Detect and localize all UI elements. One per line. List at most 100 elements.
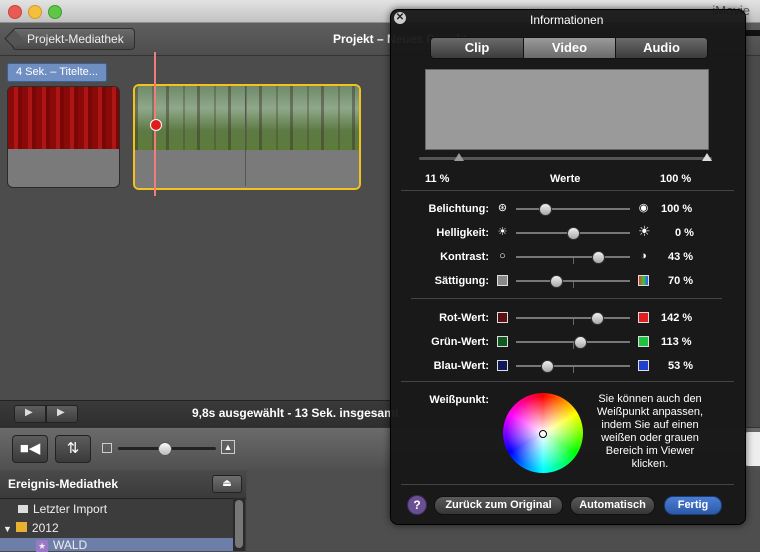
sun-large-icon: ☀ bbox=[638, 223, 651, 239]
exposure-slider-knob[interactable] bbox=[538, 203, 552, 216]
aperture-open-icon: ◉ bbox=[638, 202, 649, 214]
divider bbox=[401, 381, 734, 382]
saturation-slider-knob[interactable] bbox=[549, 275, 563, 288]
auto-button[interactable]: Automatisch bbox=[570, 496, 655, 515]
levels-low-handle[interactable] bbox=[454, 153, 465, 161]
disclosure-triangle-icon[interactable]: ▼ bbox=[3, 524, 12, 534]
red-value: 142 % bbox=[661, 312, 693, 324]
whitepoint-label: Weißpunkt: bbox=[429, 394, 489, 406]
tab-audio[interactable]: Audio bbox=[616, 38, 707, 58]
red-high-swatch-icon bbox=[638, 312, 649, 323]
list-item-wald[interactable]: ★ WALD bbox=[0, 538, 233, 552]
levels-center-label: Werte bbox=[550, 173, 581, 185]
exposure-label: Belichtung: bbox=[428, 203, 490, 215]
close-window-button[interactable] bbox=[8, 5, 22, 19]
list-item-label: WALD bbox=[53, 538, 88, 552]
eject-button[interactable]: ⏏ bbox=[212, 475, 242, 493]
video-clip-selected[interactable] bbox=[133, 84, 361, 190]
blue-value: 53 % bbox=[668, 360, 694, 372]
blue-label: Blau-Wert: bbox=[433, 360, 489, 372]
green-label: Grün-Wert: bbox=[431, 336, 489, 348]
exposure-slider[interactable] bbox=[516, 208, 630, 210]
green-high-swatch-icon bbox=[638, 336, 649, 347]
green-slider-knob[interactable] bbox=[573, 336, 587, 349]
selection-status: 9,8s ausgewählt - 13 Sek. insgesamt bbox=[192, 406, 399, 420]
sun-small-icon: ☀ bbox=[497, 226, 508, 238]
list-item-year[interactable]: ▼ 2012 bbox=[3, 521, 59, 535]
divider bbox=[401, 190, 734, 191]
contrast-high-icon: ◑ bbox=[640, 250, 647, 262]
tab-clip[interactable]: Clip bbox=[431, 38, 524, 58]
brightness-slider-knob[interactable] bbox=[567, 227, 580, 240]
divider bbox=[411, 298, 722, 299]
revert-to-original-button[interactable]: Zurück zum Original bbox=[434, 496, 563, 515]
background-button-edge bbox=[745, 432, 760, 466]
saturation-center-tick bbox=[573, 282, 574, 288]
saturation-label: Sättigung: bbox=[434, 275, 489, 287]
divider bbox=[401, 484, 734, 485]
contrast-value: 43 % bbox=[668, 251, 694, 263]
exposure-value: 100 % bbox=[661, 203, 693, 215]
star-icon: ★ bbox=[36, 540, 48, 552]
contrast-low-icon: ○ bbox=[499, 250, 506, 262]
blue-center-tick bbox=[573, 367, 574, 373]
panel-close-button[interactable]: ✕ bbox=[394, 12, 406, 24]
levels-histogram bbox=[425, 69, 709, 150]
contrast-label: Kontrast: bbox=[440, 251, 489, 263]
levels-high-value: 100 % bbox=[660, 173, 692, 185]
green-value: 113 % bbox=[661, 336, 692, 348]
aperture-icon: ⊛ bbox=[497, 202, 508, 214]
green-low-swatch-icon bbox=[497, 336, 508, 347]
playhead-marker[interactable] bbox=[150, 119, 162, 131]
close-icon: ✕ bbox=[395, 12, 405, 23]
play-icon: ▶ bbox=[57, 407, 65, 418]
blue-low-swatch-icon bbox=[497, 360, 508, 371]
levels-low-value: 11 % bbox=[425, 173, 450, 185]
list-item-label: 2012 bbox=[31, 521, 59, 535]
event-library-title: Ereignis-Mediathek bbox=[8, 477, 119, 491]
contrast-slider-knob[interactable] bbox=[592, 251, 606, 264]
video-camera-icon: ■◀ bbox=[19, 440, 41, 457]
thumbnail-size-knob[interactable] bbox=[158, 442, 172, 456]
title-tag[interactable]: 4 Sek. – Titelte... bbox=[7, 63, 107, 82]
contrast-center-tick bbox=[573, 258, 574, 264]
red-low-swatch-icon bbox=[497, 312, 508, 323]
play-button[interactable]: ▶ bbox=[46, 405, 78, 423]
minimize-window-button[interactable] bbox=[28, 5, 42, 19]
play-screen-icon: ▶ bbox=[25, 407, 33, 418]
saturation-value: 70 % bbox=[668, 275, 694, 287]
red-center-tick bbox=[573, 319, 574, 325]
grayscale-swatch-icon bbox=[497, 275, 508, 286]
levels-high-handle[interactable] bbox=[702, 153, 712, 161]
background-strip bbox=[745, 30, 760, 36]
film-icon bbox=[18, 505, 28, 513]
help-button[interactable]: ? bbox=[407, 495, 427, 515]
whitepoint-help-text: Sie können auch den Weißpunkt anpassen, … bbox=[596, 393, 704, 470]
zoom-small-icon bbox=[102, 443, 112, 453]
brightness-label: Helligkeit: bbox=[436, 227, 489, 239]
swap-arrows-icon: ⇅ bbox=[66, 440, 80, 457]
brightness-value: 0 % bbox=[675, 227, 694, 239]
event-library-scroll-thumb[interactable] bbox=[235, 500, 243, 548]
clip-divider bbox=[245, 86, 246, 186]
blue-high-swatch-icon bbox=[638, 360, 649, 371]
red-label: Rot-Wert: bbox=[439, 312, 489, 324]
panel-tabs: Clip Video Audio bbox=[430, 37, 708, 59]
swap-events-button[interactable]: ⇅ bbox=[55, 435, 91, 463]
color-swatch-icon bbox=[638, 275, 649, 286]
done-button[interactable]: Fertig bbox=[664, 496, 722, 515]
video-camera-button[interactable]: ■◀ bbox=[12, 435, 48, 463]
blue-slider-knob[interactable] bbox=[540, 360, 554, 373]
title-clip[interactable] bbox=[7, 86, 120, 188]
eject-icon: ⏏ bbox=[222, 478, 232, 489]
calendar-icon bbox=[15, 522, 27, 532]
panel-title: Informationen bbox=[530, 13, 604, 27]
list-item-last-import[interactable]: Letzter Import bbox=[18, 502, 107, 516]
red-slider-knob[interactable] bbox=[590, 312, 604, 325]
whitepoint-marker[interactable] bbox=[539, 430, 547, 438]
project-library-back-button[interactable]: Projekt-Mediathek bbox=[12, 28, 135, 50]
play-fullscreen-button[interactable]: ▶ bbox=[14, 405, 46, 423]
zoom-window-button[interactable] bbox=[48, 5, 62, 19]
tab-video[interactable]: Video bbox=[524, 38, 616, 58]
zoom-large-icon: ▲ bbox=[221, 440, 235, 454]
